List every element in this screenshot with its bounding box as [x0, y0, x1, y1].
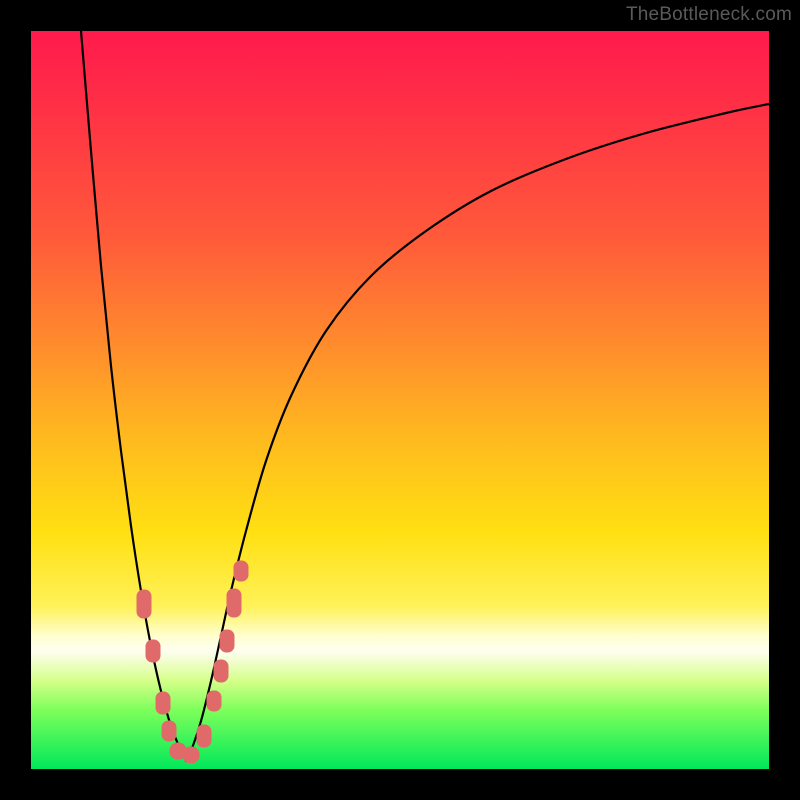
curve-right-branch [186, 104, 769, 761]
data-marker [183, 747, 199, 763]
data-marker [146, 640, 160, 662]
marker-group [137, 561, 248, 763]
outer-frame: TheBottleneck.com [0, 0, 800, 800]
bottleneck-curve-svg [31, 31, 769, 769]
data-marker [156, 692, 170, 714]
data-marker [214, 660, 228, 682]
data-marker [197, 725, 211, 747]
data-marker [207, 691, 221, 711]
data-marker [227, 589, 241, 617]
data-marker [220, 630, 234, 652]
data-marker [137, 590, 151, 618]
curve-left-branch [81, 31, 186, 761]
data-marker [234, 561, 248, 581]
plot-area [31, 31, 769, 769]
watermark-text: TheBottleneck.com [626, 4, 792, 26]
data-marker [162, 721, 176, 741]
